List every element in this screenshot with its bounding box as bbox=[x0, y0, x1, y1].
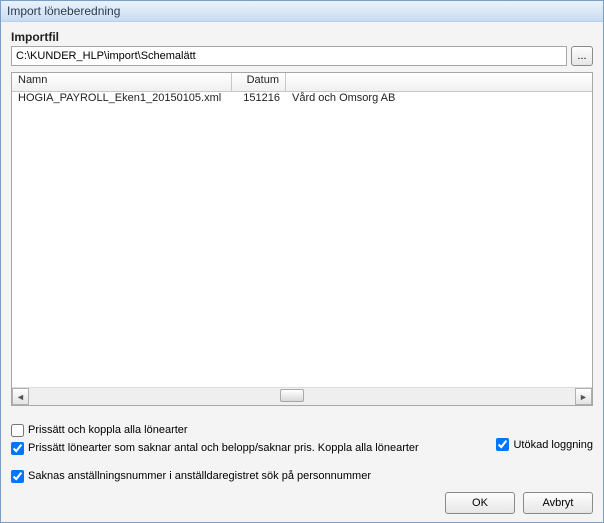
checkbox-saknas-anst-input[interactable] bbox=[11, 470, 24, 483]
table-body: HOGIA_PAYROLL_Eken1_20150105.xml 151216 … bbox=[12, 92, 592, 387]
file-table: Namn Datum HOGIA_PAYROLL_Eken1_20150105.… bbox=[11, 72, 593, 406]
scroll-track[interactable] bbox=[29, 388, 575, 405]
dialog-buttons: OK Avbryt bbox=[11, 492, 593, 514]
cancel-button[interactable]: Avbryt bbox=[523, 492, 593, 514]
table-row[interactable]: HOGIA_PAYROLL_Eken1_20150105.xml 151216 … bbox=[12, 92, 592, 108]
ok-button[interactable]: OK bbox=[445, 492, 515, 514]
import-path-input[interactable] bbox=[11, 46, 567, 66]
browse-button[interactable]: ... bbox=[571, 46, 593, 66]
horizontal-scrollbar[interactable]: ◄ ► bbox=[12, 387, 592, 405]
checkbox-utokad-loggning-label: Utökad loggning bbox=[513, 439, 593, 451]
table-header: Namn Datum bbox=[12, 73, 592, 92]
cell-ftg: Vård och Omsorg AB bbox=[286, 92, 592, 108]
scroll-right-button[interactable]: ► bbox=[575, 388, 592, 405]
chevron-right-icon: ► bbox=[579, 392, 588, 402]
col-header-namn[interactable]: Namn bbox=[12, 73, 232, 91]
checkbox-saknas-anst-label: Saknas anställningsnummer i anställdareg… bbox=[28, 470, 371, 482]
scroll-left-button[interactable]: ◄ bbox=[12, 388, 29, 405]
checkbox-utokad-loggning-input[interactable] bbox=[496, 438, 509, 451]
import-path-row: ... bbox=[11, 46, 593, 66]
dialog-window: Import löneberedning Importfil ... Namn … bbox=[0, 0, 604, 523]
window-title: Import löneberedning bbox=[7, 4, 120, 18]
titlebar: Import löneberedning bbox=[1, 1, 603, 22]
checkbox-prissatt-saknar-label: Prissätt lönearter som saknar antal och … bbox=[28, 442, 419, 454]
client-area: Importfil ... Namn Datum HOGIA_PAYROLL_E… bbox=[1, 22, 603, 522]
checkbox-prissatt-alla-label: Prissätt och koppla alla lönearter bbox=[28, 424, 188, 436]
scroll-thumb[interactable] bbox=[280, 389, 304, 402]
col-header-datum[interactable]: Datum bbox=[232, 73, 286, 91]
options-area: Prissätt och koppla alla lönearter Priss… bbox=[11, 422, 593, 478]
importfil-label: Importfil bbox=[11, 30, 593, 44]
checkbox-saknas-anst[interactable]: Saknas anställningsnummer i anställdareg… bbox=[11, 468, 593, 484]
cell-datum: 151216 bbox=[232, 92, 286, 108]
cell-namn: HOGIA_PAYROLL_Eken1_20150105.xml bbox=[12, 92, 232, 108]
col-header-ftg[interactable] bbox=[286, 73, 592, 91]
checkbox-prissatt-saknar-input[interactable] bbox=[11, 442, 24, 455]
checkbox-prissatt-alla[interactable]: Prissätt och koppla alla lönearter bbox=[11, 422, 593, 438]
checkbox-prissatt-alla-input[interactable] bbox=[11, 424, 24, 437]
chevron-left-icon: ◄ bbox=[16, 392, 25, 402]
checkbox-utokad-loggning[interactable]: Utökad loggning bbox=[496, 438, 593, 451]
